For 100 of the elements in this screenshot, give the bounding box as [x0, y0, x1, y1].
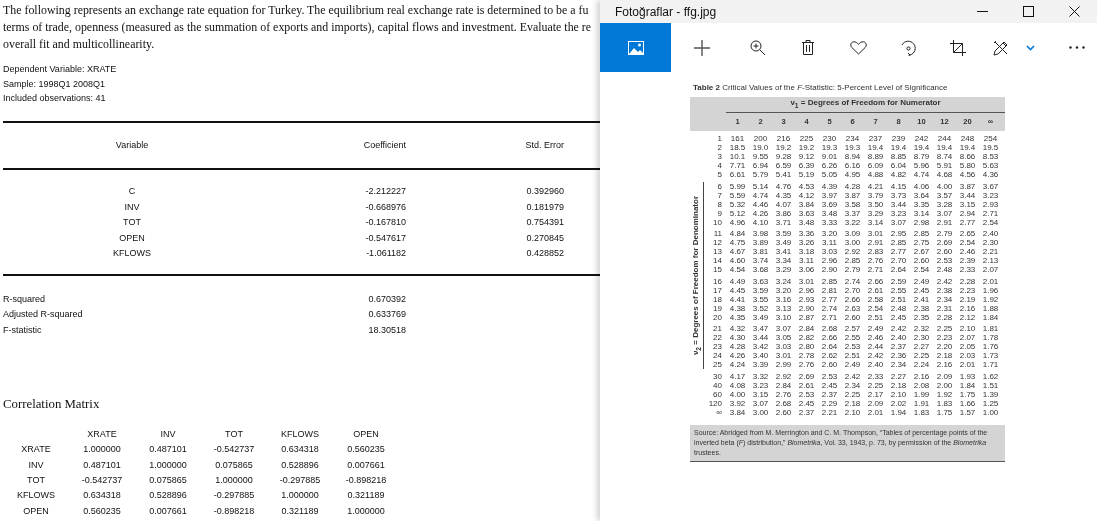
table-cell-text: 0.487101 — [82, 459, 122, 470]
table-cell-text: 2.45 — [820, 380, 839, 390]
table-cell-text: 2.71 — [866, 265, 885, 274]
table-cell-text: 2.19 — [958, 294, 977, 304]
table-cell-text: 4.95 — [843, 170, 862, 179]
table-cell-text: 4.21 — [866, 181, 885, 191]
table-cell-text: 4.30 — [728, 333, 747, 342]
question-paragraph: The following represents an exchange rate equation for Turkey. The equilibrium real exchange rate is determined to be a fu terms of trade, openness (measured as the summation of exports and imports), capital flows and investment. Evaluate the re overall fit and multicollinearity. — [3, 2, 592, 53]
table-cell-text: 2.29 — [820, 398, 839, 408]
table-cell-text: 9.28 — [774, 152, 793, 161]
table-cell-text: 2.25 — [912, 351, 931, 360]
table-cell-text: 2.07 — [981, 265, 1000, 274]
table-cell-text: 5.12 — [728, 208, 747, 218]
table-cell-text: 1.92 — [935, 389, 954, 399]
table-cell-text: 2.99 — [774, 360, 793, 369]
table-cell-text: 0.634318 — [280, 444, 320, 455]
table-cell-text: 2.53 — [820, 371, 839, 381]
table-cell-text: -0.167810 — [364, 217, 406, 228]
table-cell-text: 2.16 — [958, 303, 977, 313]
table-cell-text: 2.54 — [912, 265, 931, 274]
row-header: 24 — [712, 351, 723, 360]
table-cell-text: 3.01 — [866, 229, 885, 238]
edit-icon — [993, 39, 1009, 56]
row-header: 16 — [712, 276, 723, 286]
table-cell-text: 3.07 — [774, 324, 793, 333]
table-cell-text: 3.33 — [820, 217, 839, 227]
table-cell-text: 3.41 — [774, 247, 793, 256]
table-cell-text: 2.81 — [820, 285, 839, 295]
table-cell-text: 2.34 — [889, 360, 908, 369]
table-cell-text: 1.62 — [981, 371, 1000, 381]
table-cell-text: 2.67 — [912, 247, 931, 256]
table-cell-text: 2.44 — [866, 342, 885, 351]
table-cell-text: 2.61 — [797, 380, 816, 390]
table-cell-text: 3.20 — [774, 285, 793, 295]
table-cell-text: 2.33 — [958, 265, 977, 274]
table-cell-text: 4.32 — [728, 324, 747, 333]
table-cell-text: 2.45 — [912, 285, 931, 295]
table-cell-text: 4.82 — [889, 170, 908, 179]
table-cell-text: 5.32 — [728, 199, 747, 209]
table-cell-text: 2.36 — [889, 351, 908, 360]
table-cell-text: 19.2 — [797, 143, 816, 152]
table-cell-text: 2.77 — [958, 217, 977, 227]
table-cell-text: 3.14 — [866, 217, 885, 227]
table-cell-text: 3.09 — [843, 229, 862, 238]
table-cell-text: 4.35 — [728, 312, 747, 322]
table-cell-text: 2.63 — [843, 303, 862, 313]
table-cell-text: 2.53 — [797, 389, 816, 399]
table-cell-text: 2.12 — [958, 312, 977, 322]
table-cell-text: 2.24 — [912, 360, 931, 369]
row-header: 9 — [716, 208, 723, 218]
plus-icon — [694, 39, 710, 56]
table-cell-text: 237 — [867, 134, 884, 143]
table-cell-text: -0.668976 — [364, 201, 406, 212]
table-cell-text: KFLOWS — [112, 248, 152, 259]
table-cell-text: 2.16 — [912, 371, 931, 381]
table-cell-text: 3.64 — [912, 190, 931, 200]
table-cell-text: 2.51 — [889, 294, 908, 304]
table-cell-text: 2.93 — [981, 199, 1000, 209]
table-cell-text: 2.40 — [981, 229, 1000, 238]
table-cell-text: 19.4 — [958, 143, 977, 152]
table-cell-text: 2.02 — [889, 398, 908, 408]
row-header: 60 — [712, 389, 723, 399]
table-cell-text: 3.16 — [774, 294, 793, 304]
table-cell-text: 0.560235 — [346, 444, 386, 455]
table-cell-text: 1.51 — [981, 380, 1000, 390]
gallery-button[interactable] — [600, 23, 671, 72]
column-header: KFLOWS — [280, 429, 320, 440]
table-cell-text: 2.85 — [820, 276, 839, 286]
table-cell-text: 2.16 — [935, 360, 954, 369]
column-header: Coefficient — [362, 140, 406, 150]
table-cell-text: 2.25 — [866, 380, 885, 390]
table-cell-text: 2.60 — [820, 360, 839, 369]
table-cell-text: 2.28 — [958, 276, 977, 286]
table-cell-text: 2.76 — [774, 389, 793, 399]
table-cell-text: 4.84 — [728, 229, 747, 238]
table-cell-text: 5.41 — [774, 170, 793, 179]
trash-icon — [802, 40, 814, 55]
table-cell-text: 161 — [729, 134, 746, 143]
table-cell-text: 3.97 — [820, 190, 839, 200]
table-cell-text: 2.54 — [958, 238, 977, 247]
table-cell-text: 1.75 — [935, 407, 954, 417]
more-icon — [1069, 46, 1085, 49]
table-cell-text: 0.270845 — [525, 232, 564, 243]
table-cell-text: 2.90 — [820, 265, 839, 274]
table-cell-text: 1.88 — [981, 303, 1000, 313]
column-header: Std. Error — [524, 140, 564, 150]
column-header: INV — [159, 429, 177, 440]
table-cell-text: 3.00 — [843, 238, 862, 247]
row-header: 120 — [707, 398, 723, 408]
table-cell-text: TOT — [122, 217, 142, 228]
table-cell-text: 0.634318 — [82, 490, 122, 501]
table-cell-text: 2.59 — [889, 276, 908, 286]
table-cell-text: 3.18 — [797, 247, 816, 256]
table-cell-text: 0.528896 — [148, 490, 188, 501]
table-cell-text: 2.42 — [935, 276, 954, 286]
table-cell-text: 4.26 — [751, 208, 770, 218]
table-cell-text: 2.07 — [958, 333, 977, 342]
table-cell-text: 3.81 — [751, 247, 770, 256]
table-cell-text: 2.18 — [935, 351, 954, 360]
table-cell-text: 2.18 — [843, 398, 862, 408]
